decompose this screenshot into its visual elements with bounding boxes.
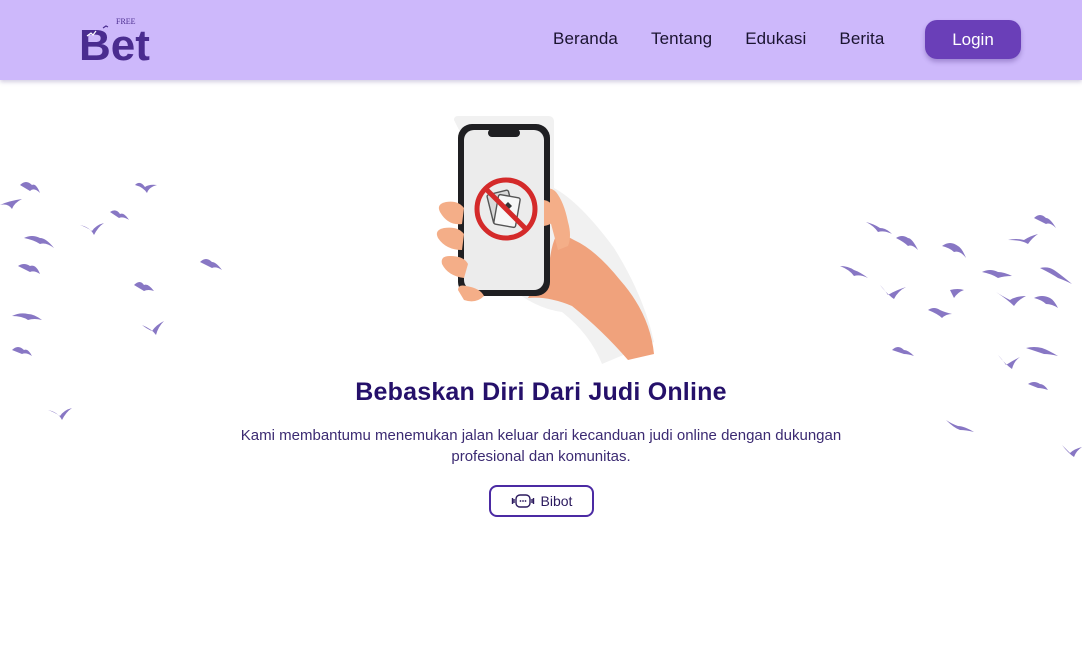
login-button[interactable]: Login	[925, 20, 1021, 59]
nav-link-tentang[interactable]: Tentang	[651, 29, 712, 49]
navbar: Bet FREE Beranda Tentang Edukasi Berita …	[0, 0, 1082, 80]
hero-title: Bebaskan Diri Dari Judi Online	[355, 378, 727, 406]
nav-link-berita[interactable]: Berita	[839, 29, 884, 49]
bibot-button-label: Bibot	[540, 493, 573, 509]
bibot-chat-button[interactable]: Bibot	[489, 485, 594, 517]
logo-text: Bet	[79, 21, 150, 62]
logo-tag: FREE	[116, 17, 136, 26]
nav-link-edukasi[interactable]: Edukasi	[745, 29, 806, 49]
freebet-logo[interactable]: Bet FREE	[78, 16, 158, 62]
hero-subtitle: Kami membantumu menemukan jalan keluar d…	[240, 427, 842, 465]
robot-icon	[511, 494, 534, 508]
main-nav: Beranda Tentang Edukasi Berita	[553, 29, 917, 49]
hand-holding-phone-illustration	[436, 116, 654, 364]
nav-link-beranda[interactable]: Beranda	[553, 29, 618, 49]
